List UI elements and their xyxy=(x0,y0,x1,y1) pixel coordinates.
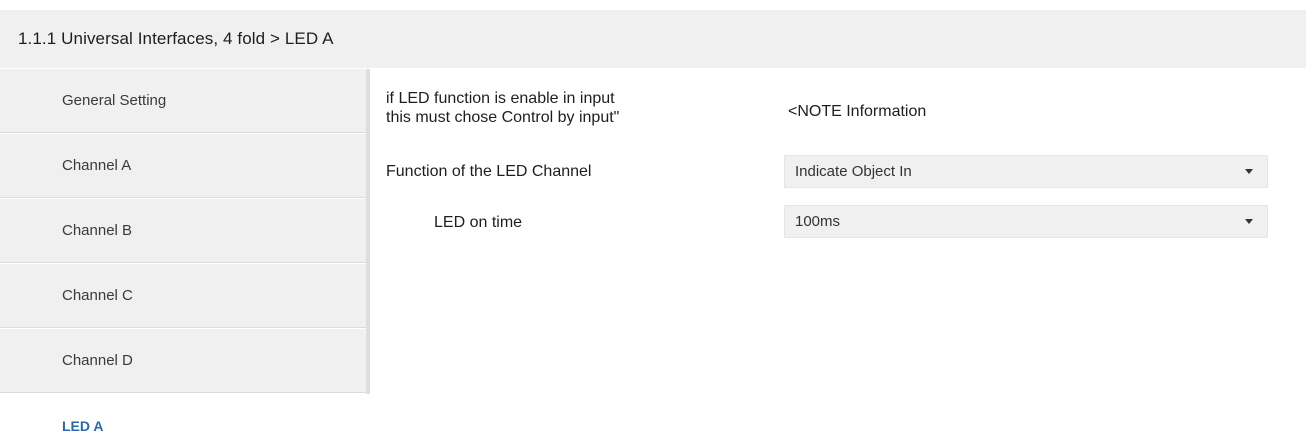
sidebar-item-channel-a[interactable]: Channel A xyxy=(0,134,366,198)
parameter-panel: if LED function is enable in input this … xyxy=(370,69,1306,437)
sidebar-item-label: Channel A xyxy=(62,157,132,174)
sidebar-item-channel-c[interactable]: Channel C xyxy=(0,264,366,328)
function-dropdown[interactable]: Indicate Object In xyxy=(784,155,1268,188)
led-on-time-label: LED on time xyxy=(434,214,523,231)
top-strip xyxy=(0,0,1306,10)
sidebar-item-led-a[interactable]: LED A xyxy=(0,394,366,437)
note-label-line1: if LED function is enable in input xyxy=(386,90,615,107)
param-row-function: Function of the LED Channel Indicate Obj… xyxy=(370,155,1306,188)
function-dropdown-value: Indicate Object In xyxy=(795,163,912,180)
led-on-time-dropdown-value: 100ms xyxy=(795,213,841,230)
page-title: 1.1.1 Universal Interfaces, 4 fold > LED… xyxy=(18,29,334,48)
note-value: <NOTE Information xyxy=(788,103,927,120)
param-row-led-on-time: LED on time 100ms xyxy=(370,205,1306,238)
sidebar-item-channel-b[interactable]: Channel B xyxy=(0,199,366,263)
note-label: if LED function is enable in input this … xyxy=(386,89,619,127)
app-window: 1.1.1 Universal Interfaces, 4 fold > LED… xyxy=(0,0,1306,437)
sidebar: General Setting Channel A Channel B Chan… xyxy=(0,69,370,437)
chevron-down-icon xyxy=(1245,169,1253,174)
sidebar-item-general-setting[interactable]: General Setting xyxy=(0,69,366,133)
sidebar-item-label: Channel C xyxy=(62,287,133,304)
sidebar-item-label: General Setting xyxy=(62,92,167,109)
led-on-time-dropdown[interactable]: 100ms xyxy=(784,205,1268,238)
param-row-note: if LED function is enable in input this … xyxy=(370,89,1306,133)
sidebar-item-label: LED A xyxy=(62,418,104,434)
chevron-down-icon xyxy=(1245,219,1253,224)
note-label-line2: this must chose Control by input" xyxy=(386,109,620,126)
breadcrumb-header: 1.1.1 Universal Interfaces, 4 fold > LED… xyxy=(0,10,1306,68)
function-label: Function of the LED Channel xyxy=(386,163,592,180)
sidebar-item-label: Channel B xyxy=(62,222,133,239)
sidebar-item-channel-d[interactable]: Channel D xyxy=(0,329,366,393)
sidebar-item-label: Channel D xyxy=(62,352,133,369)
